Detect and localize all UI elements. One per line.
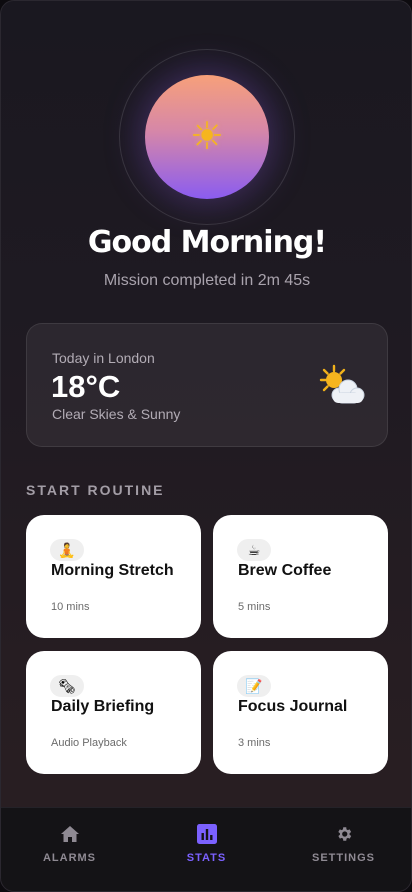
nav-item-stats[interactable]: STATS [138,808,275,891]
greeting-title: Good Morning! [87,225,327,260]
coffee-icon: ☕ [237,539,271,561]
nav-item-settings[interactable]: SETTINGS [275,808,411,891]
section-label-start-routine: START ROUTINE [26,482,165,498]
weather-card[interactable]: Today in London 18°C Clear Skies & Sunny [26,323,388,447]
mission-subtitle: Mission completed in 2m 45s [103,272,311,289]
nav-label: SETTINGS [311,852,375,864]
sun-behind-cloud-icon [319,364,365,404]
routine-card-duration: Audio Playback [51,737,127,749]
app-screen: ☀ Good Morning! Mission completed in 2m … [0,0,412,892]
routine-card-daily-briefing[interactable]: 🗞 Daily Briefing Audio Playback [26,651,201,774]
weather-temperature: 18°C [51,369,121,404]
hero: ☀ [1,49,411,225]
weather-condition: Clear Skies & Sunny [52,406,181,422]
routine-card-duration: 10 mins [51,601,90,613]
meditation-icon: 🧘 [50,539,84,561]
home-icon [59,823,81,845]
nav-label: STATS [186,852,227,864]
bottom-nav: ALARMS STATS SETTINGS [1,807,411,891]
routine-card-brew-coffee[interactable]: ☕ Brew Coffee 5 mins [213,515,388,638]
routine-card-duration: 5 mins [238,601,271,613]
newspaper-icon: 🗞 [50,675,84,697]
nav-item-alarms[interactable]: ALARMS [1,808,138,891]
memo-icon: 📝 [237,675,271,697]
routine-card-duration: 3 mins [238,737,271,749]
nav-label: ALARMS [42,852,97,864]
routine-card-title: Brew Coffee [238,562,332,579]
routine-card-morning-stretch[interactable]: 🧘 Morning Stretch 10 mins [26,515,201,638]
routine-card-title: Focus Journal [238,698,348,715]
sun-disc: ☀ [145,75,269,199]
stats-icon [196,823,218,845]
sun-icon: ☀ [189,116,225,158]
routine-card-title: Morning Stretch [51,562,174,579]
gear-icon [333,823,355,845]
routine-card-title: Daily Briefing [51,698,155,715]
weather-location: Today in London [52,350,155,366]
routine-card-focus-journal[interactable]: 📝 Focus Journal 3 mins [213,651,388,774]
